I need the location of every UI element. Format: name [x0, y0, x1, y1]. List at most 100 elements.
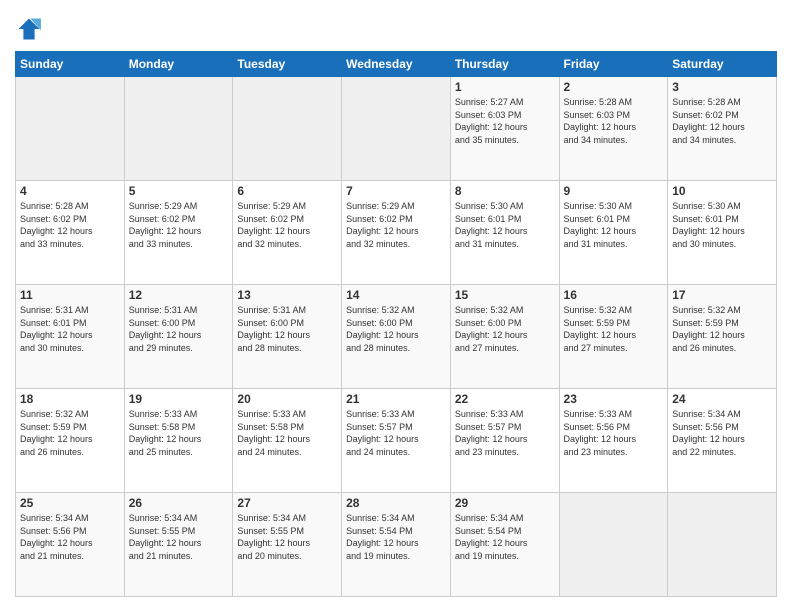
calendar-cell: 27Sunrise: 5:34 AM Sunset: 5:55 PM Dayli…	[233, 493, 342, 597]
day-info: Sunrise: 5:27 AM Sunset: 6:03 PM Dayligh…	[455, 96, 555, 146]
calendar-cell: 25 Sunrise: 5:34 AM Sunset: 5:56 PM Dayli…	[16, 493, 125, 597]
day-number: 5	[129, 184, 229, 198]
day-number: 15	[455, 288, 555, 302]
calendar-cell: 1 Sunrise: 5:27 AM Sunset: 6:03 PM Daylig…	[450, 77, 559, 181]
calendar-cell: 20 Sunrise: 5:33 AM Sunset: 5:58 PM Dayli…	[233, 389, 342, 493]
day-info: Sunrise: 5:33 AM Sunset: 5:58 PM Dayligh…	[237, 408, 337, 458]
week-row-4: 18 Sunrise: 5:32 AM Sunset: 5:59 PM Dayli…	[16, 389, 777, 493]
day-info: Sunrise: 5:32 AM Sunset: 5:59 PM Dayligh…	[564, 304, 664, 354]
day-number: 18	[20, 392, 120, 406]
day-number: 7	[346, 184, 446, 198]
day-info: Sunrise: 5:34 AM Sunset: 5:56 PM Dayligh…	[20, 512, 120, 562]
day-info: Sunrise: 5:29 AM Sunset: 6:02 PM Dayligh…	[237, 200, 337, 250]
day-number: 17	[672, 288, 772, 302]
day-info: Sunrise: 5:28 AM Sunset: 6:02 PM Dayligh…	[672, 96, 772, 146]
day-number: 14	[346, 288, 446, 302]
day-info: Sunrise: 5:34 AM Sunset: 5:54 PM Dayligh…	[346, 512, 446, 562]
week-row-1: 1 Sunrise: 5:27 AM Sunset: 6:03 PM Daylig…	[16, 77, 777, 181]
calendar-cell: 6 Sunrise: 5:29 AM Sunset: 6:02 PM Daylig…	[233, 181, 342, 285]
calendar-cell: 4 Sunrise: 5:28 AM Sunset: 6:02 PM Daylig…	[16, 181, 125, 285]
logo-icon	[15, 15, 43, 43]
day-number: 4	[20, 184, 120, 198]
day-number: 13	[237, 288, 337, 302]
calendar-cell: 17 Sunrise: 5:32 AM Sunset: 5:59 PM Dayli…	[668, 285, 777, 389]
day-info: Sunrise: 5:33 AM Sunset: 5:57 PM Dayligh…	[346, 408, 446, 458]
calendar-cell: 10Sunrise: 5:30 AM Sunset: 6:01 PM Dayli…	[668, 181, 777, 285]
day-info: Sunrise: 5:34 AM Sunset: 5:54 PM Dayligh…	[455, 512, 555, 562]
day-number: 26	[129, 496, 229, 510]
day-number: 3	[672, 80, 772, 94]
day-info: Sunrise: 5:32 AM Sunset: 5:59 PM Dayligh…	[20, 408, 120, 458]
header	[15, 15, 777, 43]
calendar-cell: 14 Sunrise: 5:32 AM Sunset: 6:00 PM Dayli…	[342, 285, 451, 389]
day-info: Sunrise: 5:28 AM Sunset: 6:03 PM Dayligh…	[564, 96, 664, 146]
day-number: 21	[346, 392, 446, 406]
calendar-cell: 15 Sunrise: 5:32 AM Sunset: 6:00 PM Dayli…	[450, 285, 559, 389]
day-info: Sunrise: 5:32 AM Sunset: 6:00 PM Dayligh…	[455, 304, 555, 354]
logo	[15, 15, 47, 43]
weekday-wednesday: Wednesday	[342, 52, 451, 77]
day-number: 10	[672, 184, 772, 198]
weekday-tuesday: Tuesday	[233, 52, 342, 77]
day-number: 25	[20, 496, 120, 510]
calendar-cell: 23Sunrise: 5:33 AM Sunset: 5:56 PM Dayli…	[559, 389, 668, 493]
day-info: Sunrise: 5:28 AM Sunset: 6:02 PM Dayligh…	[20, 200, 120, 250]
calendar-cell	[124, 77, 233, 181]
day-info: Sunrise: 5:33 AM Sunset: 5:58 PM Dayligh…	[129, 408, 229, 458]
calendar-cell: 8 Sunrise: 5:30 AM Sunset: 6:01 PM Daylig…	[450, 181, 559, 285]
day-info: Sunrise: 5:30 AM Sunset: 6:01 PM Dayligh…	[455, 200, 555, 250]
day-number: 2	[564, 80, 664, 94]
day-info: Sunrise: 5:32 AM Sunset: 5:59 PM Dayligh…	[672, 304, 772, 354]
day-number: 16	[564, 288, 664, 302]
day-number: 27	[237, 496, 337, 510]
day-number: 29	[455, 496, 555, 510]
calendar-cell: 29 Sunrise: 5:34 AM Sunset: 5:54 PM Dayli…	[450, 493, 559, 597]
calendar-cell: 12 Sunrise: 5:31 AM Sunset: 6:00 PM Dayli…	[124, 285, 233, 389]
weekday-thursday: Thursday	[450, 52, 559, 77]
day-number: 24	[672, 392, 772, 406]
day-number: 12	[129, 288, 229, 302]
calendar-cell	[16, 77, 125, 181]
weekday-monday: Monday	[124, 52, 233, 77]
calendar-cell: 21 Sunrise: 5:33 AM Sunset: 5:57 PM Dayli…	[342, 389, 451, 493]
day-number: 28	[346, 496, 446, 510]
day-number: 19	[129, 392, 229, 406]
page: SundayMondayTuesdayWednesdayThursdayFrid…	[0, 0, 792, 612]
day-info: Sunrise: 5:33 AM Sunset: 5:57 PM Dayligh…	[455, 408, 555, 458]
day-info: Sunrise: 5:34 AM Sunset: 5:56 PM Dayligh…	[672, 408, 772, 458]
calendar-table: SundayMondayTuesdayWednesdayThursdayFrid…	[15, 51, 777, 597]
day-number: 11	[20, 288, 120, 302]
day-info: Sunrise: 5:34 AM Sunset: 5:55 PM Dayligh…	[129, 512, 229, 562]
weekday-sunday: Sunday	[16, 52, 125, 77]
calendar-cell: 3 Sunrise: 5:28 AM Sunset: 6:02 PM Daylig…	[668, 77, 777, 181]
day-info: Sunrise: 5:30 AM Sunset: 6:01 PM Dayligh…	[564, 200, 664, 250]
day-info: Sunrise: 5:31 AM Sunset: 6:01 PM Dayligh…	[20, 304, 120, 354]
day-info: Sunrise: 5:29 AM Sunset: 6:02 PM Dayligh…	[346, 200, 446, 250]
week-row-2: 4 Sunrise: 5:28 AM Sunset: 6:02 PM Daylig…	[16, 181, 777, 285]
calendar-cell	[233, 77, 342, 181]
day-number: 8	[455, 184, 555, 198]
calendar-cell	[559, 493, 668, 597]
calendar-cell: 11 Sunrise: 5:31 AM Sunset: 6:01 PM Dayli…	[16, 285, 125, 389]
day-number: 9	[564, 184, 664, 198]
calendar-cell: 19 Sunrise: 5:33 AM Sunset: 5:58 PM Dayli…	[124, 389, 233, 493]
day-number: 1	[455, 80, 555, 94]
week-row-3: 11 Sunrise: 5:31 AM Sunset: 6:01 PM Dayli…	[16, 285, 777, 389]
calendar-cell: 18 Sunrise: 5:32 AM Sunset: 5:59 PM Dayli…	[16, 389, 125, 493]
calendar-cell	[668, 493, 777, 597]
calendar-cell: 26 Sunrise: 5:34 AM Sunset: 5:55 PM Dayli…	[124, 493, 233, 597]
weekday-saturday: Saturday	[668, 52, 777, 77]
day-info: Sunrise: 5:31 AM Sunset: 6:00 PM Dayligh…	[237, 304, 337, 354]
weekday-header-row: SundayMondayTuesdayWednesdayThursdayFrid…	[16, 52, 777, 77]
calendar-cell: 28 Sunrise: 5:34 AM Sunset: 5:54 PM Dayli…	[342, 493, 451, 597]
day-info: Sunrise: 5:31 AM Sunset: 6:00 PM Dayligh…	[129, 304, 229, 354]
day-number: 22	[455, 392, 555, 406]
day-number: 6	[237, 184, 337, 198]
calendar-cell: 5Sunrise: 5:29 AM Sunset: 6:02 PM Daylig…	[124, 181, 233, 285]
calendar-cell: 9 Sunrise: 5:30 AM Sunset: 6:01 PM Daylig…	[559, 181, 668, 285]
day-number: 20	[237, 392, 337, 406]
day-info: Sunrise: 5:32 AM Sunset: 6:00 PM Dayligh…	[346, 304, 446, 354]
week-row-5: 25 Sunrise: 5:34 AM Sunset: 5:56 PM Dayli…	[16, 493, 777, 597]
calendar-cell: 13 Sunrise: 5:31 AM Sunset: 6:00 PM Dayli…	[233, 285, 342, 389]
calendar-cell: 7 Sunrise: 5:29 AM Sunset: 6:02 PM Daylig…	[342, 181, 451, 285]
